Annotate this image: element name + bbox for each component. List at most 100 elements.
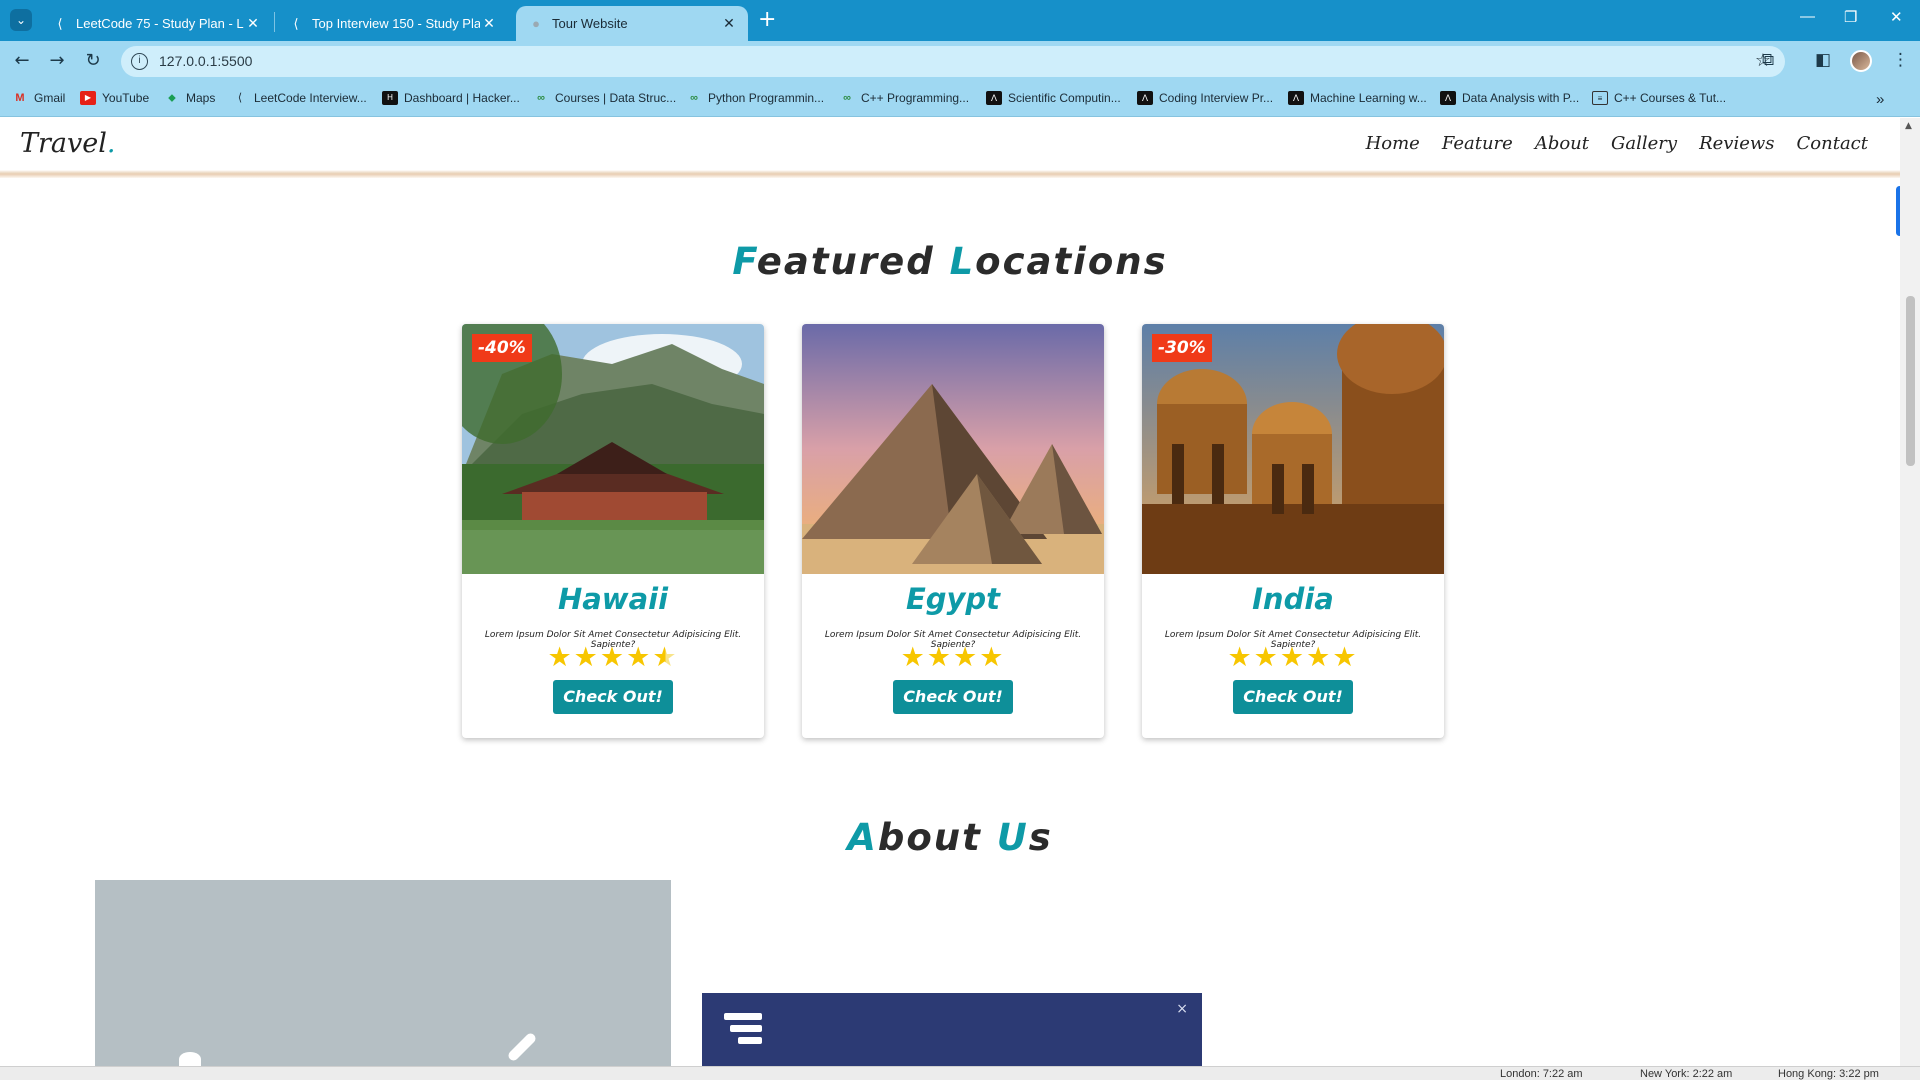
clock-hong-kong: Hong Kong: 3:22 pm <box>1778 1068 1879 1080</box>
half-star-icon: ★ <box>652 642 679 673</box>
ad-popup[interactable]: × <box>702 993 1202 1074</box>
star-icon: ★ <box>626 642 653 673</box>
more-bookmarks-icon[interactable]: » <box>1876 91 1884 108</box>
tab-tour-website[interactable]: ● Tour Website ✕ <box>516 6 748 41</box>
tab-top-interview-150[interactable]: ⟨ Top Interview 150 - Study Plan ✕ <box>276 6 508 41</box>
heading-accent-letter: A <box>847 816 878 859</box>
heading-accent-letter: F <box>732 240 757 283</box>
bookmark-label: Machine Learning w... <box>1310 91 1427 105</box>
star-rating: ★★★★ <box>802 642 1104 673</box>
maps-icon: ⬥ <box>168 92 176 104</box>
check-out-button[interactable]: Check Out! <box>893 680 1013 714</box>
fcc-icon: Λ <box>986 91 1002 105</box>
site-info-icon[interactable]: i <box>131 53 148 70</box>
bookmark-label: Gmail <box>34 91 66 105</box>
minimize-icon[interactable]: — <box>1800 8 1815 25</box>
decorative-shape <box>506 1031 538 1063</box>
heading-text: eatured <box>756 240 950 283</box>
heading-accent-letter: L <box>949 240 976 283</box>
bookmark-youtube[interactable]: ▶ YouTube <box>80 91 149 105</box>
extensions-icon[interactable]: ⧉ <box>1762 50 1774 70</box>
egypt-photo <box>802 324 1104 574</box>
bookmark-label: Maps <box>186 91 216 105</box>
nav-about[interactable]: About <box>1535 133 1589 154</box>
close-window-icon[interactable]: ✕ <box>1890 8 1903 26</box>
profile-avatar[interactable] <box>1850 50 1872 72</box>
bookmark-fcc-ml[interactable]: Λ Machine Learning w... <box>1288 91 1427 105</box>
star-icon: ★ <box>1253 642 1280 673</box>
close-tab-icon[interactable]: ✕ <box>720 15 738 32</box>
close-tab-icon[interactable]: ✕ <box>480 15 498 32</box>
reload-icon[interactable]: ↻ <box>81 49 105 73</box>
check-out-button[interactable]: Check Out! <box>553 680 673 714</box>
bookmarks-bar: M Gmail ▶ YouTube ⬥ Maps ⟨ LeetCode Intervie… <box>0 82 1920 117</box>
bookmark-leetcode-interview[interactable]: ⟨ LeetCode Interview... <box>232 91 367 105</box>
bookmark-gfg-python[interactable]: ∞ Python Programmin... <box>686 91 824 105</box>
bookmark-maps[interactable]: ⬥ Maps <box>164 91 215 105</box>
back-icon[interactable]: ← <box>10 49 34 73</box>
bookmark-hackerrank[interactable]: H Dashboard | Hacker... <box>382 91 520 105</box>
location-name: India <box>1252 582 1334 616</box>
nav-contact[interactable]: Contact <box>1797 133 1868 154</box>
egypt-pyramids-image <box>802 324 1104 574</box>
star-rating: ★★★★★ <box>1142 642 1444 673</box>
bookmark-gfg-cpp[interactable]: ∞ C++ Programming... <box>839 91 969 105</box>
scroll-thumb[interactable] <box>1906 296 1915 466</box>
popup-close-icon[interactable]: × <box>1176 1001 1188 1017</box>
star-icon: ★ <box>979 642 1006 673</box>
site-header: Travel. Home Feature About Gallery Revie… <box>0 118 1900 178</box>
nav-home[interactable]: Home <box>1366 133 1420 154</box>
bookmark-fcc-scientific[interactable]: Λ Scientific Computin... <box>986 91 1121 105</box>
clock-new-york: New York: 2:22 am <box>1640 1068 1733 1080</box>
bookmark-label: C++ Courses & Tut... <box>1614 91 1727 105</box>
nav-gallery[interactable]: Gallery <box>1611 133 1677 154</box>
bookmark-fcc-interview[interactable]: Λ Coding Interview Pr... <box>1137 91 1273 105</box>
tab-search-chevron-icon[interactable]: ⌄ <box>10 9 32 31</box>
taskbar-clocks: London: 7:22 am New York: 2:22 am Hong K… <box>0 1066 1920 1080</box>
bookmark-cpp-courses[interactable]: ≡ C++ Courses & Tut... <box>1592 91 1726 105</box>
location-card-egypt: Egypt Lorem Ipsum Dolor Sit Amet Consect… <box>802 324 1104 738</box>
leetcode-icon: ⟨ <box>237 92 243 104</box>
star-icon: ★ <box>926 642 953 673</box>
gfg-icon: ∞ <box>537 92 545 104</box>
menu-icon[interactable]: ⋮ <box>1892 50 1909 70</box>
globe-icon: ● <box>532 15 540 31</box>
tab-leetcode-75[interactable]: ⟨ LeetCode 75 - Study Plan - Lee ✕ <box>40 6 272 41</box>
star-icon: ★ <box>573 642 600 673</box>
logo-dot: . <box>106 128 116 159</box>
check-out-button[interactable]: Check Out! <box>1233 680 1353 714</box>
site-logo[interactable]: Travel. <box>20 128 115 159</box>
main-nav: Home Feature About Gallery Reviews Conta… <box>1366 133 1868 154</box>
bookmark-label: Data Analysis with P... <box>1462 91 1580 105</box>
star-icon: ★ <box>599 642 627 673</box>
tab-title: Top Interview 150 - Study Plan <box>312 16 480 31</box>
bookmark-gfg-dsa[interactable]: ∞ Courses | Data Struc... <box>533 91 676 105</box>
decorative-shape <box>179 1052 201 1066</box>
star-icon: ★ <box>900 642 927 673</box>
hackerrank-icon: H <box>382 91 398 105</box>
heading-text: bout <box>877 816 997 859</box>
nav-reviews[interactable]: Reviews <box>1699 133 1774 154</box>
forward-icon[interactable]: → <box>45 49 69 73</box>
leetcode-icon: ⟨ <box>293 15 299 31</box>
bookmark-label: Dashboard | Hacker... <box>404 91 520 105</box>
tab-title: LeetCode 75 - Study Plan - Lee <box>76 16 244 31</box>
youtube-icon: ▶ <box>80 91 96 105</box>
new-tab-button[interactable]: + <box>758 8 776 32</box>
scroll-up-arrow-icon[interactable]: ▲ <box>1905 121 1912 131</box>
gmail-icon: M <box>15 92 25 104</box>
bookmark-gmail[interactable]: M Gmail <box>12 91 65 105</box>
heading-text: ocations <box>975 240 1168 283</box>
restore-icon[interactable]: ❐ <box>1844 8 1857 26</box>
close-tab-icon[interactable]: ✕ <box>244 15 262 32</box>
address-bar[interactable]: i 127.0.0.1:5500 ☆ <box>121 46 1785 77</box>
fcc-icon: Λ <box>1288 91 1304 105</box>
star-icon: ★ <box>1332 642 1359 673</box>
heading-text: s <box>1028 816 1053 859</box>
page-scrollbar[interactable]: ▲ <box>1900 118 1920 1074</box>
tab-separator <box>274 12 275 32</box>
nav-feature[interactable]: Feature <box>1442 133 1513 154</box>
bookmark-fcc-data[interactable]: Λ Data Analysis with P... <box>1440 91 1579 105</box>
side-panel-icon[interactable]: ◧ <box>1815 50 1831 70</box>
fcc-icon: Λ <box>1440 91 1456 105</box>
